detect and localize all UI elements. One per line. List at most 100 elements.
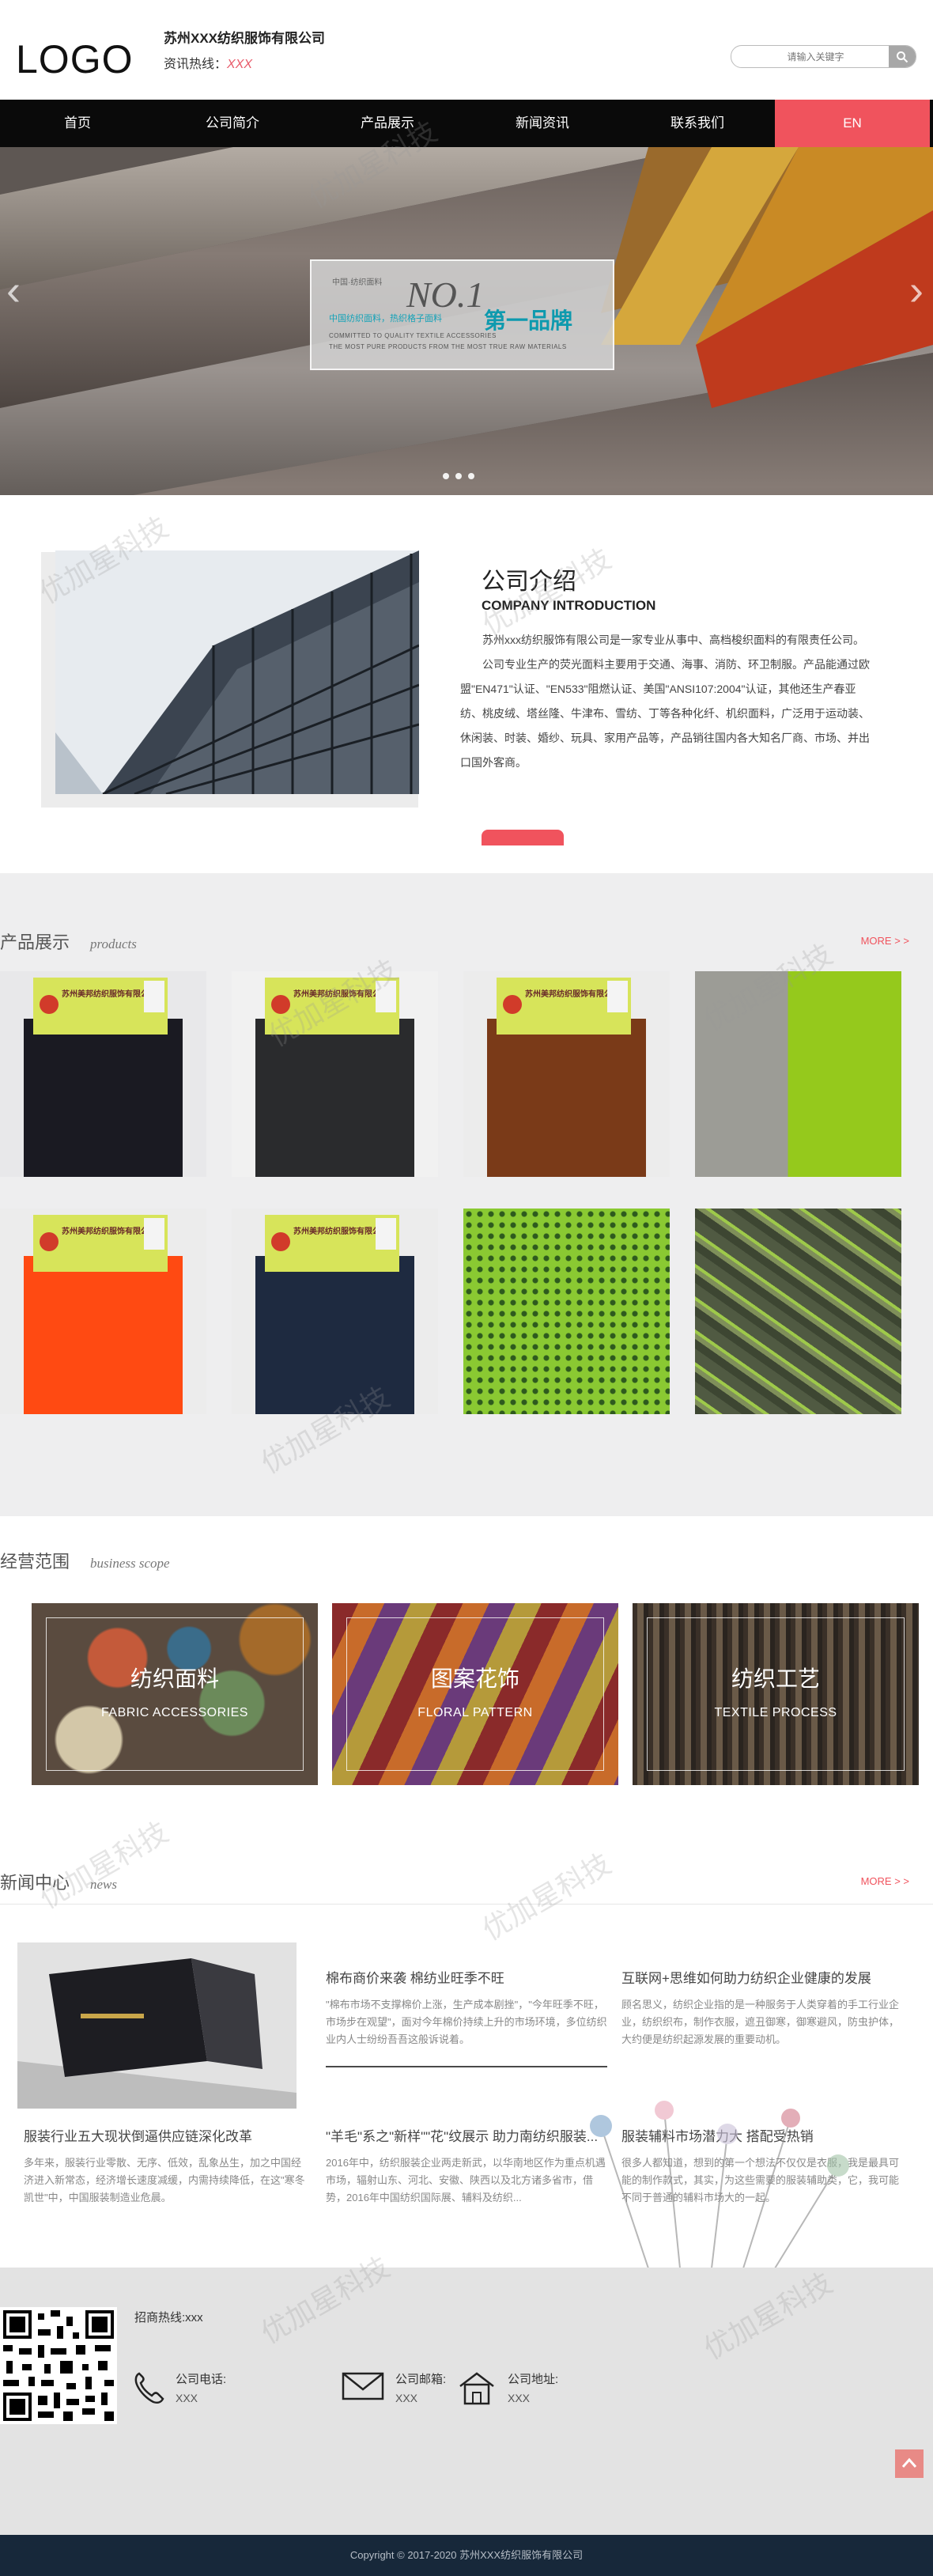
product-navy-fabric[interactable]: 苏州美邦纺织服饰有限公司 xyxy=(232,1209,438,1414)
footer-phone: 公司电话: XXX xyxy=(133,2370,226,2405)
nav-en[interactable]: EN xyxy=(775,100,930,147)
brand-logo-icon xyxy=(271,995,290,1014)
mail-icon xyxy=(342,2372,384,2400)
building-image xyxy=(55,550,419,794)
news-item-title[interactable]: 互联网+思维如何助力纺织企业健康的发展 xyxy=(621,1969,903,1988)
nav-products[interactable]: 产品展示 xyxy=(310,100,465,147)
intro-paragraph: 苏州xxx纺织服饰有限公司是一家专业从事中、高档梭织面料的有限责任公司。 xyxy=(482,634,864,646)
banner-dot[interactable] xyxy=(455,473,462,479)
scope-tile-subtitle: TEXTILE PROCESS xyxy=(714,1706,837,1719)
products-grid: 苏州美邦纺织服饰有限公司 苏州美邦纺织服饰有限公司 苏州美邦纺织服饰有限公司 苏州美邦… xyxy=(0,971,933,1414)
nav-contact[interactable]: 联系我们 xyxy=(620,100,775,147)
product-tag-text: 苏州美邦纺织服饰有限公司 xyxy=(293,1227,388,1236)
banner-next-arrow[interactable]: › xyxy=(909,266,924,315)
news-featured-image[interactable] xyxy=(17,1942,297,2109)
badge-line1: 中国纺织面料，热织格子面料 xyxy=(329,314,442,323)
footer-hotline: 招商热线:xxx xyxy=(134,2311,203,2324)
company-intro: 公司介绍 COMPANY INTRODUCTION 苏州xxx纺织服饰有限公司是… xyxy=(0,495,933,873)
news-item[interactable]: 棉布商价来袭 棉纺业旺季不旺 "棉布市场不支撑棉价上涨，生产成本剧挫"，"今年旺… xyxy=(326,1969,607,2067)
product-green-pattern-fabric[interactable] xyxy=(463,1209,670,1414)
products-heading: 产品展示 products xyxy=(0,929,137,954)
product-tag: 苏州美邦纺织服饰有限公司 xyxy=(265,978,399,1035)
product-lime-grey-fabric[interactable] xyxy=(695,971,901,1177)
white-tag xyxy=(144,981,164,1012)
tile-frame xyxy=(346,1617,604,1771)
scope-tile-title: 图案花饰 xyxy=(430,1666,519,1691)
white-tag xyxy=(144,1218,164,1250)
fabric-swatch xyxy=(255,1019,414,1177)
company-info: 苏州XXX纺织服饰有限公司 资讯热线：XXX xyxy=(164,27,330,72)
tile-frame xyxy=(647,1617,905,1771)
banner-prev-arrow[interactable]: ‹ xyxy=(6,266,21,315)
scope-title-cn: 经营范围 xyxy=(0,1552,70,1572)
products-section: 产品展示 products MORE > > 苏州美邦纺织服饰有限公司 苏州美邦纺… xyxy=(0,873,933,1516)
company-name: 苏州XXX纺织服饰有限公司 xyxy=(164,31,326,46)
fabric-swatch xyxy=(463,1209,670,1414)
banner-dot[interactable] xyxy=(468,473,474,479)
search-button[interactable] xyxy=(889,46,916,67)
product-camo-fabric[interactable] xyxy=(695,1209,901,1414)
house-icon xyxy=(459,2372,494,2405)
back-to-top-button[interactable] xyxy=(895,2449,924,2478)
scope-tile-fabric[interactable]: 纺织面料 FABRIC ACCESSORIES xyxy=(32,1603,318,1785)
phone-value: XXX xyxy=(176,2392,198,2404)
fabric-swatch xyxy=(255,1256,414,1414)
scope-tile-subtitle: FABRIC ACCESSORIES xyxy=(101,1706,248,1719)
scope-tile-pattern[interactable]: 图案花饰 FLORAL PATTERN xyxy=(332,1603,618,1785)
email-label: 公司邮箱: xyxy=(395,2373,447,2386)
products-more-link[interactable]: MORE > > xyxy=(861,935,909,947)
banner-dot[interactable] xyxy=(443,473,449,479)
white-tag xyxy=(376,981,396,1012)
scope-tile-process[interactable]: 纺织工艺 TEXTILE PROCESS xyxy=(633,1603,919,1785)
intro-more-button[interactable] xyxy=(482,830,564,845)
nav-news[interactable]: 新闻资讯 xyxy=(465,100,620,147)
nav-home[interactable]: 首页 xyxy=(0,100,155,147)
news-title-cn: 新闻中心 xyxy=(0,1873,70,1893)
news-item-title[interactable]: 服装行业五大现状倒逼供应链深化改革 xyxy=(24,2128,305,2147)
news-item-text: "棉布市场不支撑棉价上涨，生产成本剧挫"，"今年旺季不旺，市场步在观望"，面对今… xyxy=(326,1999,607,2045)
news-heading: 新闻中心 news xyxy=(0,1869,117,1894)
product-black-fabric[interactable]: 苏州美邦纺织服饰有限公司 xyxy=(0,971,206,1177)
product-orange-fabric[interactable]: 苏州美邦纺织服饰有限公司 xyxy=(0,1209,206,1414)
site-logo[interactable]: LOGO xyxy=(16,36,133,82)
fabric-swatch xyxy=(695,971,901,1177)
news-item[interactable]: 服装行业五大现状倒逼供应链深化改革 多年来，服装行业零散、无序、低效，乱象丛生，… xyxy=(24,2128,305,2207)
brand-logo-icon xyxy=(271,1232,290,1251)
news-item-text: 多年来，服装行业零散、无序、低效，乱象丛生，加之中国经济进入新常态，经济增长速度… xyxy=(24,2157,305,2203)
product-tag-text: 苏州美邦纺织服饰有限公司 xyxy=(62,990,157,999)
news-item[interactable]: 互联网+思维如何助力纺织企业健康的发展 顾名思义，纺织企业指的是一种服务于人类穿… xyxy=(621,1969,903,2048)
phone-icon xyxy=(134,2372,164,2404)
news-box: 棉布商价来袭 棉纺业旺季不旺 "棉布市场不支撑棉价上涨，生产成本剧挫"，"今年旺… xyxy=(0,1904,933,2268)
scope-title-en: business scope xyxy=(90,1556,170,1571)
product-tag-text: 苏州美邦纺织服饰有限公司 xyxy=(525,990,620,999)
news-more-link[interactable]: MORE > > xyxy=(861,1875,909,1887)
news-item-title[interactable]: 棉布商价来袭 棉纺业旺季不旺 xyxy=(326,1969,607,1988)
badge-first-brand: 第一品牌 xyxy=(484,308,573,333)
product-tag: 苏州美邦纺织服饰有限公司 xyxy=(33,1215,168,1272)
address-label: 公司地址: xyxy=(508,2373,559,2386)
white-tag xyxy=(607,981,628,1012)
products-title-en: products xyxy=(90,936,137,951)
brand-logo-icon xyxy=(40,1232,59,1251)
business-scope-section: 经营范围 business scope 纺织面料 FABRIC ACCESSOR… xyxy=(0,1516,933,1848)
fabric-swatch xyxy=(24,1019,183,1177)
footer-address: 公司地址: XXX xyxy=(457,2370,558,2405)
nav-about[interactable]: 公司简介 xyxy=(155,100,310,147)
product-tag: 苏州美邦纺织服饰有限公司 xyxy=(33,978,168,1035)
intro-subtitle: COMPANY INTRODUCTION xyxy=(482,598,656,613)
fabric-swatch xyxy=(695,1209,901,1414)
product-brown-fabric[interactable]: 苏州美邦纺织服饰有限公司 xyxy=(463,971,670,1177)
email-value: XXX xyxy=(395,2392,418,2404)
search-input[interactable] xyxy=(731,51,889,62)
qr-code xyxy=(0,2307,117,2424)
white-tag xyxy=(376,1218,396,1250)
product-dark-grey-fabric[interactable]: 苏州美邦纺织服饰有限公司 xyxy=(232,971,438,1177)
news-book-illustration xyxy=(17,1942,297,2109)
hotline-value: XXX xyxy=(227,58,253,71)
search-icon xyxy=(897,51,908,62)
fabric-swatch xyxy=(487,1019,646,1177)
building-illustration xyxy=(55,550,419,794)
arrow-up-icon xyxy=(901,2457,917,2468)
product-tag-text: 苏州美邦纺织服饰有限公司 xyxy=(62,1227,157,1236)
products-title-cn: 产品展示 xyxy=(0,932,70,952)
